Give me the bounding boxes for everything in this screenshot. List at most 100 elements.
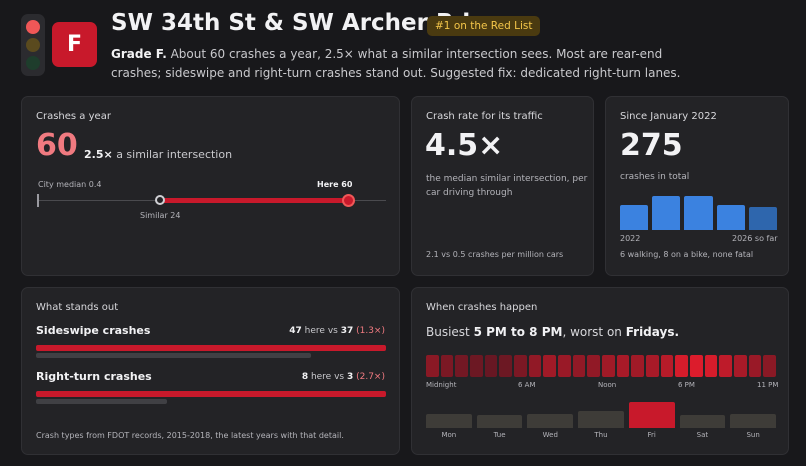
busiest-prefix: Busiest (426, 325, 474, 339)
traffic-light-icon (21, 14, 45, 76)
hour-cell (660, 355, 674, 377)
daily-bar-chart (426, 402, 776, 428)
stands-out-footnote: Crash types from FDOT records, 2015-2018… (36, 431, 344, 440)
hour-cell (734, 355, 747, 377)
year-bar (620, 205, 649, 230)
busiest-summary: Busiest 5 PM to 8 PM, worst on Fridays. (426, 325, 679, 339)
hour-cell (440, 355, 454, 377)
sideswipe-counts: 47 here vs 37 (1.3×) (289, 326, 385, 336)
hour-label-midnight: Midnight (426, 381, 457, 389)
hourly-heatmap (426, 355, 776, 377)
since-card: Since January 2022 275 crashes in total … (605, 96, 789, 276)
hour-label-6pm: 6 PM (678, 381, 695, 389)
hour-cell (719, 355, 732, 377)
sideswipe-ratio: (1.3×) (356, 326, 385, 336)
rank-badge: #1 on the Red List (427, 16, 541, 36)
sideswipe-here-bar (36, 345, 386, 351)
day-bar (527, 414, 574, 428)
day-label: Tue (493, 431, 506, 439)
card-title: Crash rate for its traffic (426, 111, 543, 122)
city-median-label: City median 0.4 (38, 180, 102, 189)
day-bar (679, 415, 726, 428)
right-turn-similar-bar (36, 399, 168, 404)
card-title: What stands out (36, 302, 119, 313)
day-label: Sun (746, 431, 760, 439)
multiplier: 2.5× (84, 148, 113, 161)
hour-cell (528, 355, 542, 377)
sideswipe-similar-bar (36, 353, 312, 358)
summary-grade: Grade F. (111, 47, 167, 61)
hour-cell (558, 355, 571, 377)
hour-cell (543, 355, 556, 377)
day-labels: Mon Tue Wed Thu Fri Sat Sun (426, 431, 776, 441)
crash-rate-value: 4.5× (425, 128, 504, 163)
hour-cell (587, 355, 600, 377)
hour-cell (455, 355, 468, 377)
right-turn-ratio: (2.7×) (356, 372, 385, 382)
day-label: Mon (441, 431, 457, 439)
stands-out-card: What stands out Sideswipe crashes 47 her… (21, 287, 400, 455)
right-turn-here-bar (36, 391, 386, 397)
summary: Grade F. About 60 crashes a year, 2.5× w… (111, 45, 701, 83)
card-title: Crashes a year (36, 111, 111, 122)
grade-badge: F (52, 22, 97, 67)
hour-cell (470, 355, 483, 377)
hour-cell (499, 355, 512, 377)
hour-cell (426, 355, 439, 377)
year-bar (684, 196, 713, 230)
start-year-label: 2022 (620, 234, 641, 243)
green-light (26, 56, 40, 70)
hour-cell (514, 355, 527, 377)
right-turn-similar: 3 (346, 372, 354, 382)
crashes-year-value: 60 (36, 128, 78, 163)
hour-cell (748, 355, 762, 377)
card-title: When crashes happen (426, 302, 538, 313)
card-title: Since January 2022 (620, 111, 717, 122)
day-label: Fri (647, 431, 656, 439)
hour-cell (646, 355, 659, 377)
hour-label-6am: 6 AM (518, 381, 536, 389)
hour-cell (690, 355, 703, 377)
city-median-tick (37, 194, 39, 207)
when-card: When crashes happen Busiest 5 PM to 8 PM… (411, 287, 789, 455)
day-bar (578, 411, 624, 428)
hour-label-noon: Noon (598, 381, 617, 389)
similar-label: Similar 24 (140, 211, 181, 220)
since-value: 275 (620, 128, 683, 163)
since-subtitle: crashes in total (620, 172, 690, 182)
day-bar (476, 415, 523, 428)
amber-light (26, 38, 40, 52)
summary-text: About 60 crashes a year, 2.5× what a sim… (111, 47, 681, 80)
sideswipe-here: 47 (289, 326, 302, 336)
right-turn-counts: 8 here vs 3 (2.7×) (302, 372, 385, 382)
busiest-time: 5 PM to 8 PM (473, 325, 563, 339)
similar-marker (155, 195, 165, 205)
sideswipe-similar: 37 (340, 326, 354, 336)
end-year-label: 2026 so far (732, 234, 778, 243)
vs-text: here vs (301, 326, 341, 336)
day-label: Thu (594, 431, 608, 439)
sideswipe-label: Sideswipe crashes (36, 324, 151, 337)
page-title: SW 34th St & SW Archer Rd (111, 10, 471, 36)
busiest-day: Fridays. (625, 325, 680, 339)
hour-cell (484, 355, 498, 377)
hour-cell (631, 355, 644, 377)
year-bar (652, 196, 681, 230)
right-turn-label: Right-turn crashes (36, 370, 152, 383)
red-light (26, 20, 40, 34)
crashes-year-card: Crashes a year 60 2.5× a similar interse… (21, 96, 400, 276)
since-footnote: 6 walking, 8 on a bike, none fatal (620, 250, 754, 259)
year-bar (716, 205, 745, 230)
year-bar (748, 207, 777, 230)
vs-text: here vs (308, 372, 347, 382)
crash-rate-description: the median similar intersection, per car… (426, 174, 588, 198)
day-label: Sat (696, 431, 709, 439)
crashes-year-comparison: 2.5× a similar intersection (84, 148, 232, 161)
hour-cell (704, 355, 718, 377)
hour-cell (675, 355, 688, 377)
day-label: Wed (542, 431, 558, 439)
day-bar (730, 414, 776, 428)
hour-cell (602, 355, 615, 377)
yearly-bar-chart (620, 196, 777, 230)
here-label: Here 60 (317, 180, 353, 189)
